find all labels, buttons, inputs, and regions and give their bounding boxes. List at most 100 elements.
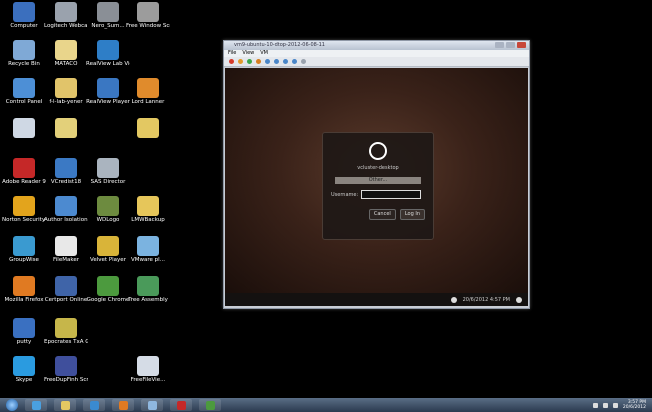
desktop-icon-label: RealView Lab Vie... — [86, 61, 130, 67]
desktop-icon-glyph — [13, 276, 35, 296]
pause-icon[interactable] — [238, 59, 243, 64]
fullscreen-icon[interactable] — [292, 59, 297, 64]
other-user-item[interactable]: Other... — [335, 177, 421, 184]
desktop-icon-label: Tree Assembly — [128, 297, 168, 303]
login-button[interactable]: Log In — [399, 209, 425, 220]
desktop-icon[interactable]: Author Isolation... — [44, 196, 88, 234]
desktop-icon-glyph — [13, 356, 35, 376]
desktop-icon[interactable]: Velvet Player — [86, 236, 130, 274]
desktop-icon-glyph — [55, 2, 77, 22]
desktop-icon-glyph — [55, 356, 77, 376]
desktop-icon[interactable]: FileMaker — [44, 236, 88, 274]
vm-window[interactable]: vm9-ubuntu-10-dtop-2012-06-08-11 File Vi… — [223, 40, 530, 309]
desktop-icon-label: VMware pl... — [131, 257, 165, 263]
stop-icon[interactable] — [229, 59, 234, 64]
desktop-icon[interactable]: WDLogo — [86, 196, 130, 234]
desktop-icon[interactable]: Logitech Webcam — [44, 2, 88, 40]
desktop-icon[interactable]: RealView Lab Vie... — [86, 40, 130, 78]
menu-vm[interactable]: VM — [260, 50, 268, 57]
desktop-icon[interactable] — [2, 118, 46, 156]
desktop-icon-glyph — [55, 40, 77, 60]
play-icon[interactable] — [247, 59, 252, 64]
desktop-icon-label: Computer — [10, 23, 38, 29]
desktop-icon[interactable]: Mozilla Firefox — [2, 276, 46, 314]
desktop-icon[interactable]: Adobe Reader 9 — [2, 158, 46, 196]
desktop-icon[interactable] — [126, 118, 170, 156]
desktop-icon-label: WDLogo — [96, 217, 120, 223]
desktop-icon[interactable]: Certport Online — [44, 276, 88, 314]
flag-icon[interactable] — [592, 402, 598, 408]
accessibility-icon[interactable] — [450, 296, 457, 303]
desktop-icon[interactable]: Tree Assembly — [126, 276, 170, 314]
desktop-icon[interactable]: MATACO — [44, 40, 88, 78]
desktop-icon[interactable]: LMWBackup — [126, 196, 170, 234]
desktop-icon[interactable]: Nero_Sum... — [86, 2, 130, 40]
username-input[interactable] — [361, 190, 422, 199]
taskbar-button[interactable] — [83, 399, 105, 411]
taskbar: 3:57 PM 20/6/2012 — [0, 398, 652, 412]
desktop-icon-glyph — [55, 78, 77, 98]
desktop-icon[interactable]: RealView Player — [86, 78, 130, 116]
desktop-icon-glyph — [137, 236, 159, 256]
desktop-icon[interactable]: FreeDupFinh Screenrecorder — [44, 356, 88, 394]
guest-screen[interactable]: vcluster-desktop Other... Username: Canc… — [225, 68, 528, 293]
desktop-icon-glyph — [13, 158, 35, 178]
network-icon[interactable] — [602, 402, 608, 408]
explorer-icon — [60, 400, 70, 410]
desktop-icon-glyph — [55, 318, 77, 338]
desktop-icon-glyph — [55, 236, 77, 256]
desktop-icon-label: Skype — [15, 377, 33, 383]
desktop-icon[interactable]: Control Panel — [2, 78, 46, 116]
revert-icon[interactable] — [274, 59, 279, 64]
ie-icon — [31, 400, 41, 410]
power-icon[interactable] — [516, 296, 522, 303]
desktop-icon[interactable]: VMware pl... — [126, 236, 170, 274]
desktop-icon-glyph — [13, 236, 35, 256]
clock[interactable]: 3:57 PM 20/6/2012 — [623, 400, 646, 410]
desktop-icon-glyph — [137, 78, 159, 98]
desktop-icon-label: Norton Security Scan — [2, 217, 46, 223]
desktop-icon[interactable]: SAS Director — [86, 158, 130, 196]
desktop-icon[interactable]: putty — [2, 318, 46, 356]
desktop-icon[interactable]: f-l-lab-yener — [44, 78, 88, 116]
start-button[interactable] — [6, 399, 18, 411]
desktop-icon[interactable]: GroupWise — [2, 236, 46, 274]
desktop-icon-label: Control Panel — [5, 99, 43, 105]
desktop-icon[interactable]: Recycle Bin — [2, 40, 46, 78]
close-button[interactable] — [517, 42, 526, 48]
desktop-icon[interactable]: Google Chrome — [86, 276, 130, 314]
desktop-icon-glyph — [97, 196, 119, 216]
desktop-icon-label: GroupWise — [9, 257, 39, 263]
menu-view[interactable]: View — [242, 50, 254, 57]
manager-icon[interactable] — [283, 59, 288, 64]
menu-file[interactable]: File — [228, 50, 236, 57]
desktop-icon-glyph — [137, 276, 159, 296]
vm-titlebar[interactable]: vm9-ubuntu-10-dtop-2012-06-08-11 — [224, 41, 529, 50]
taskbar-button[interactable] — [199, 399, 221, 411]
desktop-icon[interactable]: Lord Lanner — [126, 78, 170, 116]
desktop-icon[interactable]: Epocrates TxA Go... — [44, 318, 88, 356]
desktop-icon[interactable]: FreeFileVie... — [126, 356, 170, 394]
taskbar-button[interactable] — [112, 399, 134, 411]
desktop-icon-glyph — [137, 196, 159, 216]
volume-icon[interactable] — [612, 402, 618, 408]
taskbar-button[interactable] — [141, 399, 163, 411]
minimize-button[interactable] — [495, 42, 504, 48]
desktop-icon[interactable]: Free Window Screensaver — [126, 2, 170, 40]
desktop-icon[interactable]: Computer — [2, 2, 46, 40]
desktop-icon[interactable]: Norton Security Scan — [2, 196, 46, 234]
snapshot-icon[interactable] — [265, 59, 270, 64]
taskbar-button[interactable] — [54, 399, 76, 411]
guest-clock[interactable]: 20/6/2012 4:57 PM — [463, 297, 510, 303]
desktop-icon[interactable]: Skype — [2, 356, 46, 394]
maximize-button[interactable] — [506, 42, 515, 48]
taskbar-button[interactable] — [170, 399, 192, 411]
desktop-icon[interactable]: VCredist18 — [44, 158, 88, 196]
reset-icon[interactable] — [256, 59, 261, 64]
unity-icon[interactable] — [301, 59, 306, 64]
desktop-icon-label: Certport Online — [44, 297, 88, 303]
desktop-icon[interactable] — [44, 118, 88, 156]
desktop-icon-glyph — [97, 276, 119, 296]
cancel-button[interactable]: Cancel — [368, 209, 396, 220]
taskbar-button[interactable] — [25, 399, 47, 411]
